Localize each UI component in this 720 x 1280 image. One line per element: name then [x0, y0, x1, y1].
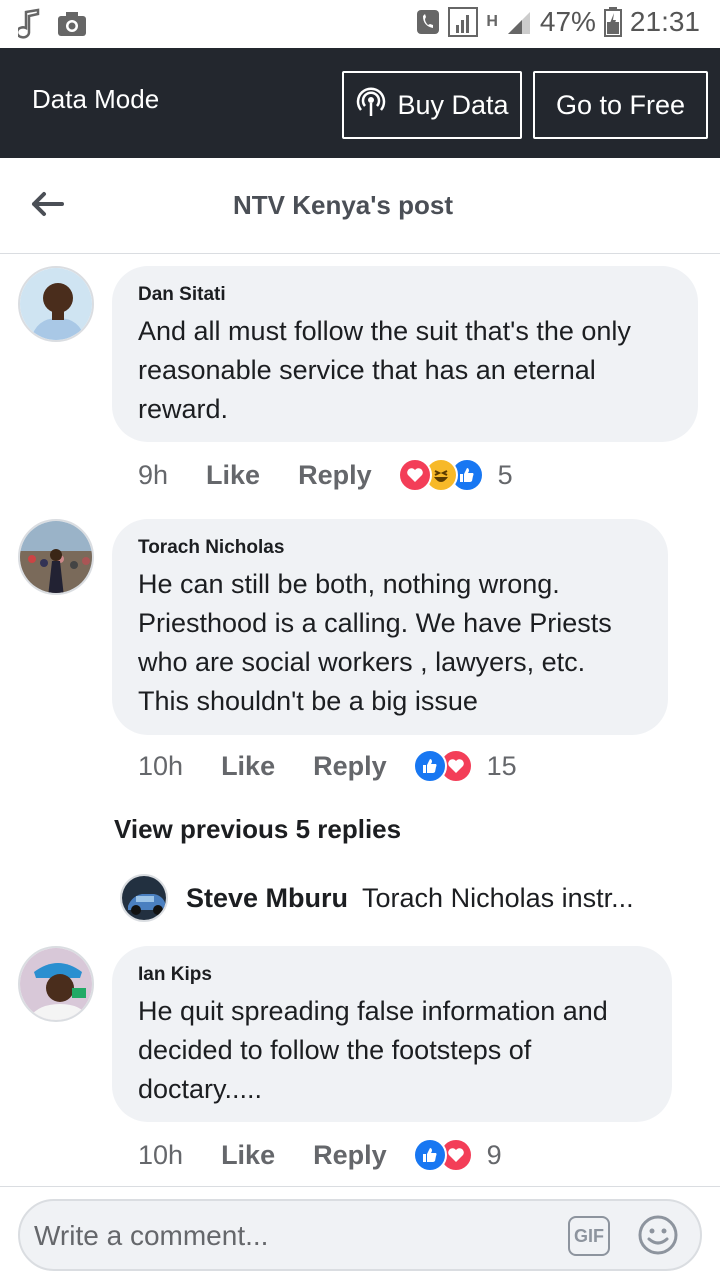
- network-type-label: H: [486, 13, 498, 30]
- buy-data-label: Buy Data: [397, 89, 509, 120]
- love-reaction-icon: [397, 458, 432, 492]
- reactions-summary[interactable]: 5: [397, 458, 513, 492]
- reaction-count: 5: [497, 459, 513, 490]
- reply-preview[interactable]: Steve Mburu Torach Nicholas instr...: [120, 874, 680, 922]
- comment-text: He quit spreading false information and …: [138, 996, 608, 1104]
- signal-box-icon: [448, 7, 479, 37]
- comment-time[interactable]: 10h: [138, 1140, 183, 1171]
- phone-icon: [416, 8, 440, 36]
- broadcast-icon: [355, 86, 387, 125]
- reply-button[interactable]: Reply: [313, 1140, 387, 1171]
- reply-avatar: [120, 874, 168, 922]
- avatar[interactable]: [18, 266, 94, 342]
- comment-composer: GIF: [18, 1199, 702, 1271]
- data-mode-bar: Data Mode Buy Data Go to Free: [0, 48, 720, 158]
- cell-signal-icon: [506, 8, 532, 36]
- page-title: NTV Kenya's post: [232, 190, 453, 220]
- comment-actions: 10h Like Reply 9: [138, 1138, 502, 1172]
- comment-author[interactable]: Dan Sitati: [138, 284, 672, 306]
- comment-composer-bar: GIF: [0, 1186, 720, 1280]
- like-button[interactable]: Like: [221, 751, 275, 782]
- camera-icon: [56, 10, 88, 38]
- avatar[interactable]: [18, 946, 94, 1022]
- view-previous-replies-link[interactable]: View previous 5 replies: [114, 814, 401, 845]
- go-to-free-button[interactable]: Go to Free: [533, 71, 708, 139]
- gif-button[interactable]: GIF: [568, 1216, 610, 1256]
- reaction-count: 15: [486, 750, 517, 781]
- comment-author[interactable]: Ian Kips: [138, 964, 646, 986]
- like-button[interactable]: Like: [206, 460, 260, 491]
- reply-author: Steve Mburu: [186, 882, 349, 913]
- battery-icon: [603, 7, 622, 37]
- go-to-free-label: Go to Free: [555, 89, 686, 120]
- buy-data-button[interactable]: Buy Data: [342, 71, 522, 139]
- avatar[interactable]: [18, 519, 94, 595]
- comment-text: He can still be both, nothing wrong. Pri…: [138, 569, 612, 716]
- comment-time[interactable]: 10h: [138, 751, 183, 782]
- comment-actions: 9h Like Reply 5: [138, 458, 513, 492]
- clock: 21:31: [629, 6, 700, 37]
- emoji-icon[interactable]: [636, 1213, 680, 1257]
- comment-actions: 10h Like Reply 15: [138, 749, 517, 783]
- reaction-count: 9: [486, 1139, 502, 1170]
- music-note-icon: [18, 8, 44, 40]
- comment-bubble: Torach Nicholas He can still be both, no…: [112, 519, 668, 735]
- reactions-summary[interactable]: 15: [412, 749, 517, 783]
- comment-bubble: Ian Kips He quit spreading false informa…: [112, 946, 672, 1122]
- status-bar: H 47% 21:31: [0, 0, 720, 48]
- battery-percent: 47%: [539, 6, 596, 37]
- comment-author[interactable]: Torach Nicholas: [138, 537, 642, 559]
- reply-button[interactable]: Reply: [313, 751, 387, 782]
- reply-text: Torach Nicholas instr...: [362, 882, 634, 913]
- post-header: NTV Kenya's post: [0, 158, 720, 254]
- data-mode-title: Data Mode: [32, 84, 160, 114]
- comment-time[interactable]: 9h: [138, 460, 168, 491]
- reactions-summary[interactable]: 9: [412, 1138, 502, 1172]
- comment-bubble: Dan Sitati And all must follow the suit …: [112, 266, 698, 442]
- comment-input[interactable]: [34, 1211, 554, 1261]
- reply-button[interactable]: Reply: [298, 460, 372, 491]
- like-reaction-icon: [412, 1138, 447, 1172]
- like-reaction-icon: [412, 749, 447, 783]
- like-button[interactable]: Like: [221, 1140, 275, 1171]
- comment-text: And all must follow the suit that's the …: [138, 316, 631, 424]
